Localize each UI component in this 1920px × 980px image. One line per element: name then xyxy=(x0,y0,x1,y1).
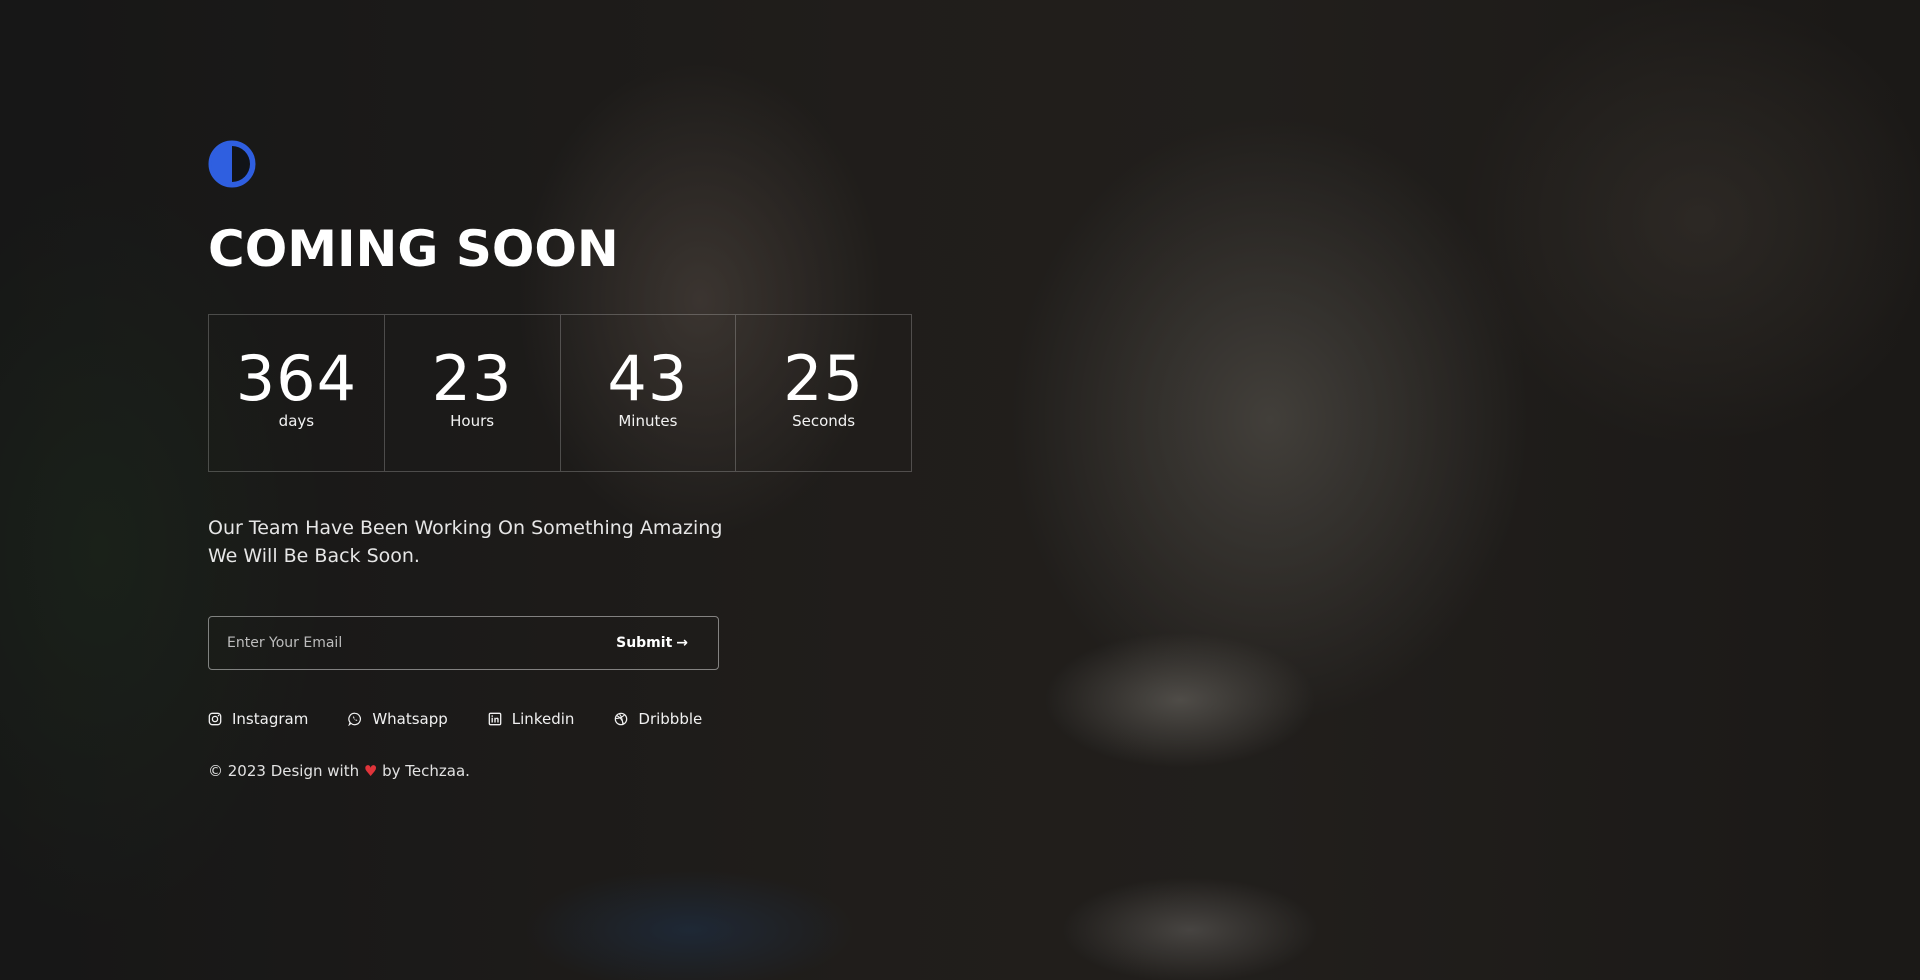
social-label: Whatsapp xyxy=(372,710,448,728)
countdown-unit: Hours xyxy=(450,412,495,430)
social-link-linkedin[interactable]: Linkedin xyxy=(488,710,575,728)
countdown-seconds: 25 Seconds xyxy=(736,315,911,471)
logo-icon[interactable] xyxy=(208,140,256,188)
countdown-hours: 23 Hours xyxy=(385,315,561,471)
description: Our Team Have Been Working On Something … xyxy=(208,514,968,570)
countdown-unit: Minutes xyxy=(618,412,678,430)
countdown-value: 25 xyxy=(783,342,865,415)
social-link-instagram[interactable]: Instagram xyxy=(208,710,308,728)
heart-icon: ♥ xyxy=(363,762,378,780)
countdown-unit: Seconds xyxy=(792,412,856,430)
instagram-icon xyxy=(208,712,222,726)
countdown-value: 23 xyxy=(431,342,513,415)
main-content: COMING SOON 364 days 23 Hours 43 Minutes… xyxy=(208,140,968,780)
social-link-whatsapp[interactable]: Whatsapp xyxy=(348,710,448,728)
submit-button[interactable]: Submit → xyxy=(616,635,688,651)
countdown-unit: days xyxy=(278,412,315,430)
social-links: Instagram Whatsapp Linkedin Dribbble xyxy=(208,710,968,728)
description-line: Our Team Have Been Working On Something … xyxy=(208,517,723,539)
countdown-value: 43 xyxy=(607,342,689,415)
page-title: COMING SOON xyxy=(208,220,619,278)
email-input[interactable] xyxy=(225,634,569,652)
countdown-days: 364 days xyxy=(209,315,385,471)
copyright-suffix: by Techzaa. xyxy=(382,762,470,780)
countdown-minutes: 43 Minutes xyxy=(561,315,737,471)
social-label: Instagram xyxy=(232,710,309,728)
countdown-timer: 364 days 23 Hours 43 Minutes 25 Seconds xyxy=(208,314,912,472)
social-label: Linkedin xyxy=(511,710,575,728)
arrow-right-icon: → xyxy=(676,635,688,651)
submit-label: Submit xyxy=(616,635,673,651)
social-link-dribbble[interactable]: Dribbble xyxy=(614,710,702,728)
social-label: Dribbble xyxy=(638,710,703,728)
dribbble-icon xyxy=(615,712,628,726)
linkedin-icon xyxy=(488,712,502,726)
countdown-value: 364 xyxy=(235,342,358,415)
copyright-prefix: © 2023 Design with xyxy=(208,762,360,780)
footer-copyright: © 2023 Design with ♥ by Techzaa. xyxy=(208,762,968,780)
description-line: We Will Be Back Soon. xyxy=(208,545,420,567)
subscribe-form: Submit → xyxy=(208,616,719,670)
whatsapp-icon xyxy=(348,712,362,726)
